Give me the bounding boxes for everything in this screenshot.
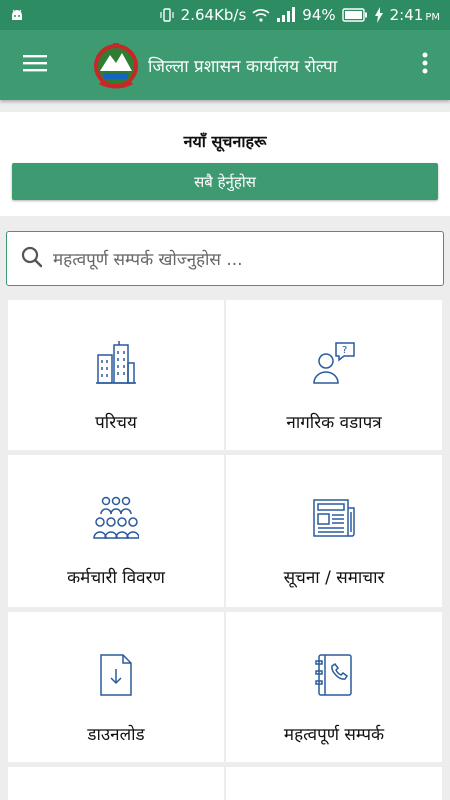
view-all-button[interactable]: सबै हेर्नुहोस (12, 163, 438, 200)
group-people-icon (93, 493, 139, 543)
tile-staff-details[interactable]: कर्मचारी विवरण (8, 455, 224, 607)
notice-title: नयाँ सूचनाहरू (183, 132, 267, 151)
tile-label: नागरिक वडापत्र (286, 413, 382, 433)
tile-label: परिचय (95, 413, 137, 433)
nepal-emblem-icon (90, 39, 142, 91)
vibrate-icon (159, 7, 175, 23)
tile-label: सूचना / समाचार (283, 568, 385, 588)
clock: 2:41 PM (389, 6, 440, 24)
tile-partial[interactable] (226, 767, 442, 800)
person-question-icon: ? (312, 338, 356, 388)
hamburger-menu-icon (23, 54, 47, 76)
newspaper-icon (312, 493, 356, 543)
notice-card: नयाँ सूचनाहरू सबै हेर्नुहोस (0, 112, 450, 216)
app-title: जिल्ला प्रशासन कार्यालय रोल्पा (148, 56, 338, 77)
buildings-icon (96, 338, 136, 388)
tile-label: डाउनलोड (87, 725, 145, 745)
tile-partial[interactable] (8, 767, 224, 800)
tile-notice-news[interactable]: सूचना / समाचार (226, 455, 442, 607)
svg-text:?: ? (342, 345, 347, 356)
wifi-icon (252, 8, 270, 22)
menu-button[interactable] (0, 30, 70, 100)
status-bar: 2.64Kb/s 94% 2:41 PM (0, 0, 450, 30)
more-vert-icon (422, 52, 428, 78)
network-speed: 2.64Kb/s (180, 6, 247, 24)
more-options-button[interactable] (400, 30, 450, 100)
signal-icon (276, 7, 296, 23)
battery-icon (341, 8, 368, 22)
android-icon (10, 9, 24, 21)
tile-label: महत्वपूर्ण सम्पर्क (283, 725, 385, 745)
app-bar: जिल्ला प्रशासन कार्यालय रोल्पा (0, 30, 450, 100)
phone-book-icon (315, 650, 353, 700)
tile-citizen-charter[interactable]: ? नागरिक वडापत्र (226, 300, 442, 450)
download-file-icon (99, 650, 133, 700)
battery-percent: 94% (302, 6, 336, 24)
tile-introduction[interactable]: परिचय (8, 300, 224, 450)
search-icon (21, 246, 43, 272)
search-placeholder: महत्वपूर्ण सम्पर्क खोज्नुहोस ... (53, 250, 243, 270)
charging-icon (374, 7, 384, 23)
tile-download[interactable]: डाउनलोड (8, 612, 224, 762)
tile-important-contacts[interactable]: महत्वपूर्ण सम्पर्क (226, 612, 442, 762)
search-input[interactable]: महत्वपूर्ण सम्पर्क खोज्नुहोस ... (6, 231, 444, 286)
tile-label: कर्मचारी विवरण (67, 568, 165, 588)
